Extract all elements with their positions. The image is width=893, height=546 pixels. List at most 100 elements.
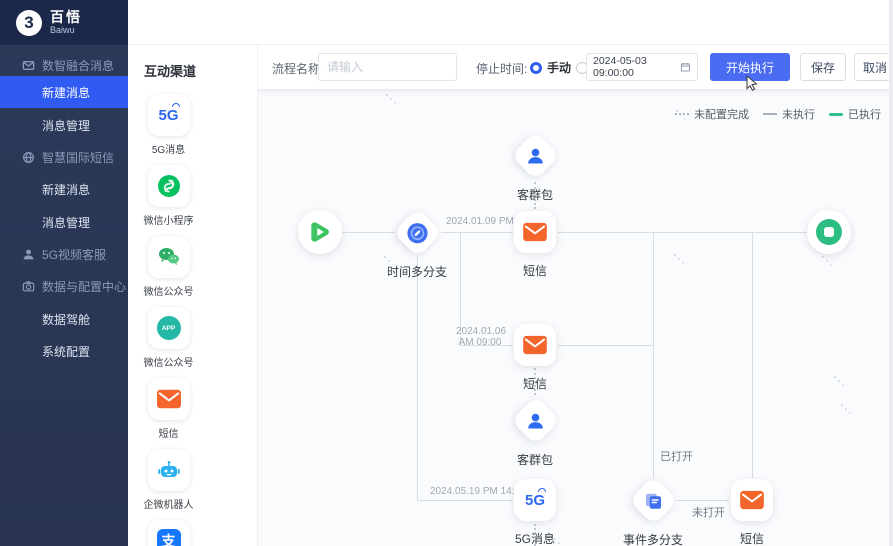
canvas-dots xyxy=(674,254,676,256)
legend: 未配置完成 未执行 已执行 xyxy=(675,106,881,122)
flow-canvas[interactable]: 未配置完成 未执行 已执行 2024.01.09 PM 14:00 2024.0… xyxy=(258,90,893,546)
globe-icon xyxy=(23,151,34,163)
baiwu-logo-icon: 3 xyxy=(16,9,42,36)
channel-wecom-robot[interactable]: 企微机器人 xyxy=(143,449,194,511)
start-play-icon xyxy=(311,222,329,242)
node-event-branch[interactable]: 事件多分支 xyxy=(622,475,684,546)
sidebar-section-5g-video-service[interactable]: 5G视频客服 xyxy=(0,238,128,270)
channel-miniprogram[interactable]: 微信小程序 xyxy=(143,165,194,227)
time-branch-icon xyxy=(406,221,428,243)
sidebar-item-new-message-1[interactable]: 新建消息 xyxy=(0,76,128,108)
sidebar-item-label: 新建消息 xyxy=(42,85,91,100)
channel-wechat-official[interactable]: 微信公众号 xyxy=(143,236,194,298)
node-label: 短信 xyxy=(522,264,547,278)
channel-panel: 互动渠道 5G 5G消息 微信小程序 微信公众号 APP 微信公众号 短信 企微… xyxy=(128,45,258,546)
sidebar-item-message-manage-2[interactable]: 消息管理 xyxy=(0,206,128,238)
event-branch-icon xyxy=(645,492,661,508)
channel-label: 微信小程序 xyxy=(143,216,194,227)
edge xyxy=(653,232,654,478)
node-label: 短信 xyxy=(739,532,764,546)
legend-solid-line xyxy=(763,113,777,115)
node-time-branch[interactable]: 时间多分支 xyxy=(387,207,447,280)
radio-manual[interactable]: 手动 xyxy=(530,59,571,76)
sidebar-section-label: 智慧国际短信 xyxy=(42,150,115,165)
window-scrollbar-track[interactable] xyxy=(889,0,893,546)
alipay-icon: 支 xyxy=(156,529,181,546)
node-label: 事件多分支 xyxy=(622,533,684,546)
edge xyxy=(417,256,418,500)
sidebar-item-label: 新建消息 xyxy=(42,182,91,197)
legend-unconfigured-label: 未配置完成 xyxy=(694,109,749,121)
run-button[interactable]: 开始执行 xyxy=(710,53,790,81)
cancel-button[interactable]: 取消 xyxy=(854,53,893,81)
edge-label-unopened: 未打开 xyxy=(692,507,725,519)
sidebar-section-label: 数据与配置中心 xyxy=(42,279,127,294)
legend-not-executed-label: 未执行 xyxy=(782,109,815,121)
group-person-icon xyxy=(527,412,543,428)
edge xyxy=(558,345,653,346)
legend-executed-label: 已执行 xyxy=(848,109,881,121)
flow-name-input[interactable] xyxy=(318,53,457,81)
channel-label: 微信公众号 xyxy=(143,358,194,369)
group-person-icon xyxy=(527,147,543,163)
calendar-icon xyxy=(681,62,691,72)
channel-wechat-official-app[interactable]: APP 微信公众号 xyxy=(143,307,194,369)
channels-title: 互动渠道 xyxy=(144,64,197,79)
channel-sms[interactable]: 短信 xyxy=(144,378,193,440)
canvas-dots xyxy=(384,256,386,258)
sidebar-item-label: 数据驾舱 xyxy=(42,312,91,327)
channel-label: 企微机器人 xyxy=(143,500,194,511)
canvas-dots xyxy=(834,376,836,378)
node-sms-1[interactable]: 短信 xyxy=(514,211,556,279)
sidebar-section-label: 数智融合消息 xyxy=(42,58,115,73)
sidebar-section-intl-sms[interactable]: 智慧国际短信 xyxy=(0,141,128,173)
node-end[interactable] xyxy=(807,210,851,254)
sms-envelope-icon xyxy=(740,490,764,510)
canvas-dots xyxy=(822,256,824,258)
channel-alipay[interactable]: 支 支付宝 xyxy=(144,520,193,546)
channel-5g-message[interactable]: 5G 5G消息 xyxy=(144,94,193,156)
node-group-package-2[interactable]: 客群包 xyxy=(510,395,560,468)
mail-icon xyxy=(22,60,35,70)
save-button[interactable]: 保存 xyxy=(800,53,846,81)
datetime-picker[interactable]: 2024-05-03 09:00:00 xyxy=(586,53,698,81)
sms-envelope-icon xyxy=(523,335,547,355)
node-label: 客群包 xyxy=(516,188,553,202)
channel-label: 微信公众号 xyxy=(143,287,194,298)
sidebar-section-data-config-center[interactable]: 数据与配置中心 xyxy=(0,270,128,302)
node-sms-2[interactable]: 短信 xyxy=(514,324,556,392)
node-group-package-1[interactable]: 客群包 xyxy=(510,130,560,203)
sidebar-item-label: 系统配置 xyxy=(42,344,91,359)
channel-label: 短信 xyxy=(158,429,179,440)
run-button-label: 开始执行 xyxy=(725,60,774,75)
sidebar-item-message-manage-1[interactable]: 消息管理 xyxy=(0,109,128,141)
5g-icon: 5G xyxy=(525,487,546,509)
sidebar-item-system-config[interactable]: 系统配置 xyxy=(0,335,128,367)
app-circle-icon: APP xyxy=(156,316,181,340)
sidebar-item-label: 消息管理 xyxy=(42,118,91,133)
node-sms-3[interactable]: 短信 xyxy=(731,479,773,546)
sms-envelope-icon xyxy=(156,389,181,409)
canvas-dots xyxy=(841,404,843,406)
toolbar: 流程名称: 停止时间: 手动 自动 2024-05-03 09:00:00 开始… xyxy=(258,45,893,90)
radio-selected-icon xyxy=(530,61,542,74)
canvas-dots xyxy=(676,110,678,112)
sidebar-item-label: 消息管理 xyxy=(42,215,91,230)
edge-label-time3: 2024.05.19 PM 14:00 xyxy=(430,486,526,497)
miniprogram-icon xyxy=(157,175,180,197)
node-5g-message[interactable]: 5G 5G消息 xyxy=(514,479,556,546)
5g-icon: 5G xyxy=(158,102,180,124)
save-button-label: 保存 xyxy=(810,60,835,75)
node-start[interactable] xyxy=(298,210,342,254)
legend-green-line xyxy=(829,112,843,116)
sidebar-item-new-message-2[interactable]: 新建消息 xyxy=(0,173,128,205)
person-icon xyxy=(23,249,34,259)
legend-dotted-line xyxy=(675,113,689,115)
logo: 3 百悟 Baiwu xyxy=(0,0,128,45)
channel-grid: 5G 5G消息 微信小程序 微信公众号 APP 微信公众号 短信 企微机器人 支… xyxy=(144,94,243,546)
sidebar-item-data-cockpit[interactable]: 数据驾舱 xyxy=(0,303,128,335)
sidebar: 3 百悟 Baiwu 数智融合消息 新建消息 消息管理 智慧国际短信 新建消息 … xyxy=(0,0,128,546)
cancel-button-label: 取消 xyxy=(862,60,887,75)
edge xyxy=(558,232,807,233)
sms-envelope-icon xyxy=(523,222,547,242)
